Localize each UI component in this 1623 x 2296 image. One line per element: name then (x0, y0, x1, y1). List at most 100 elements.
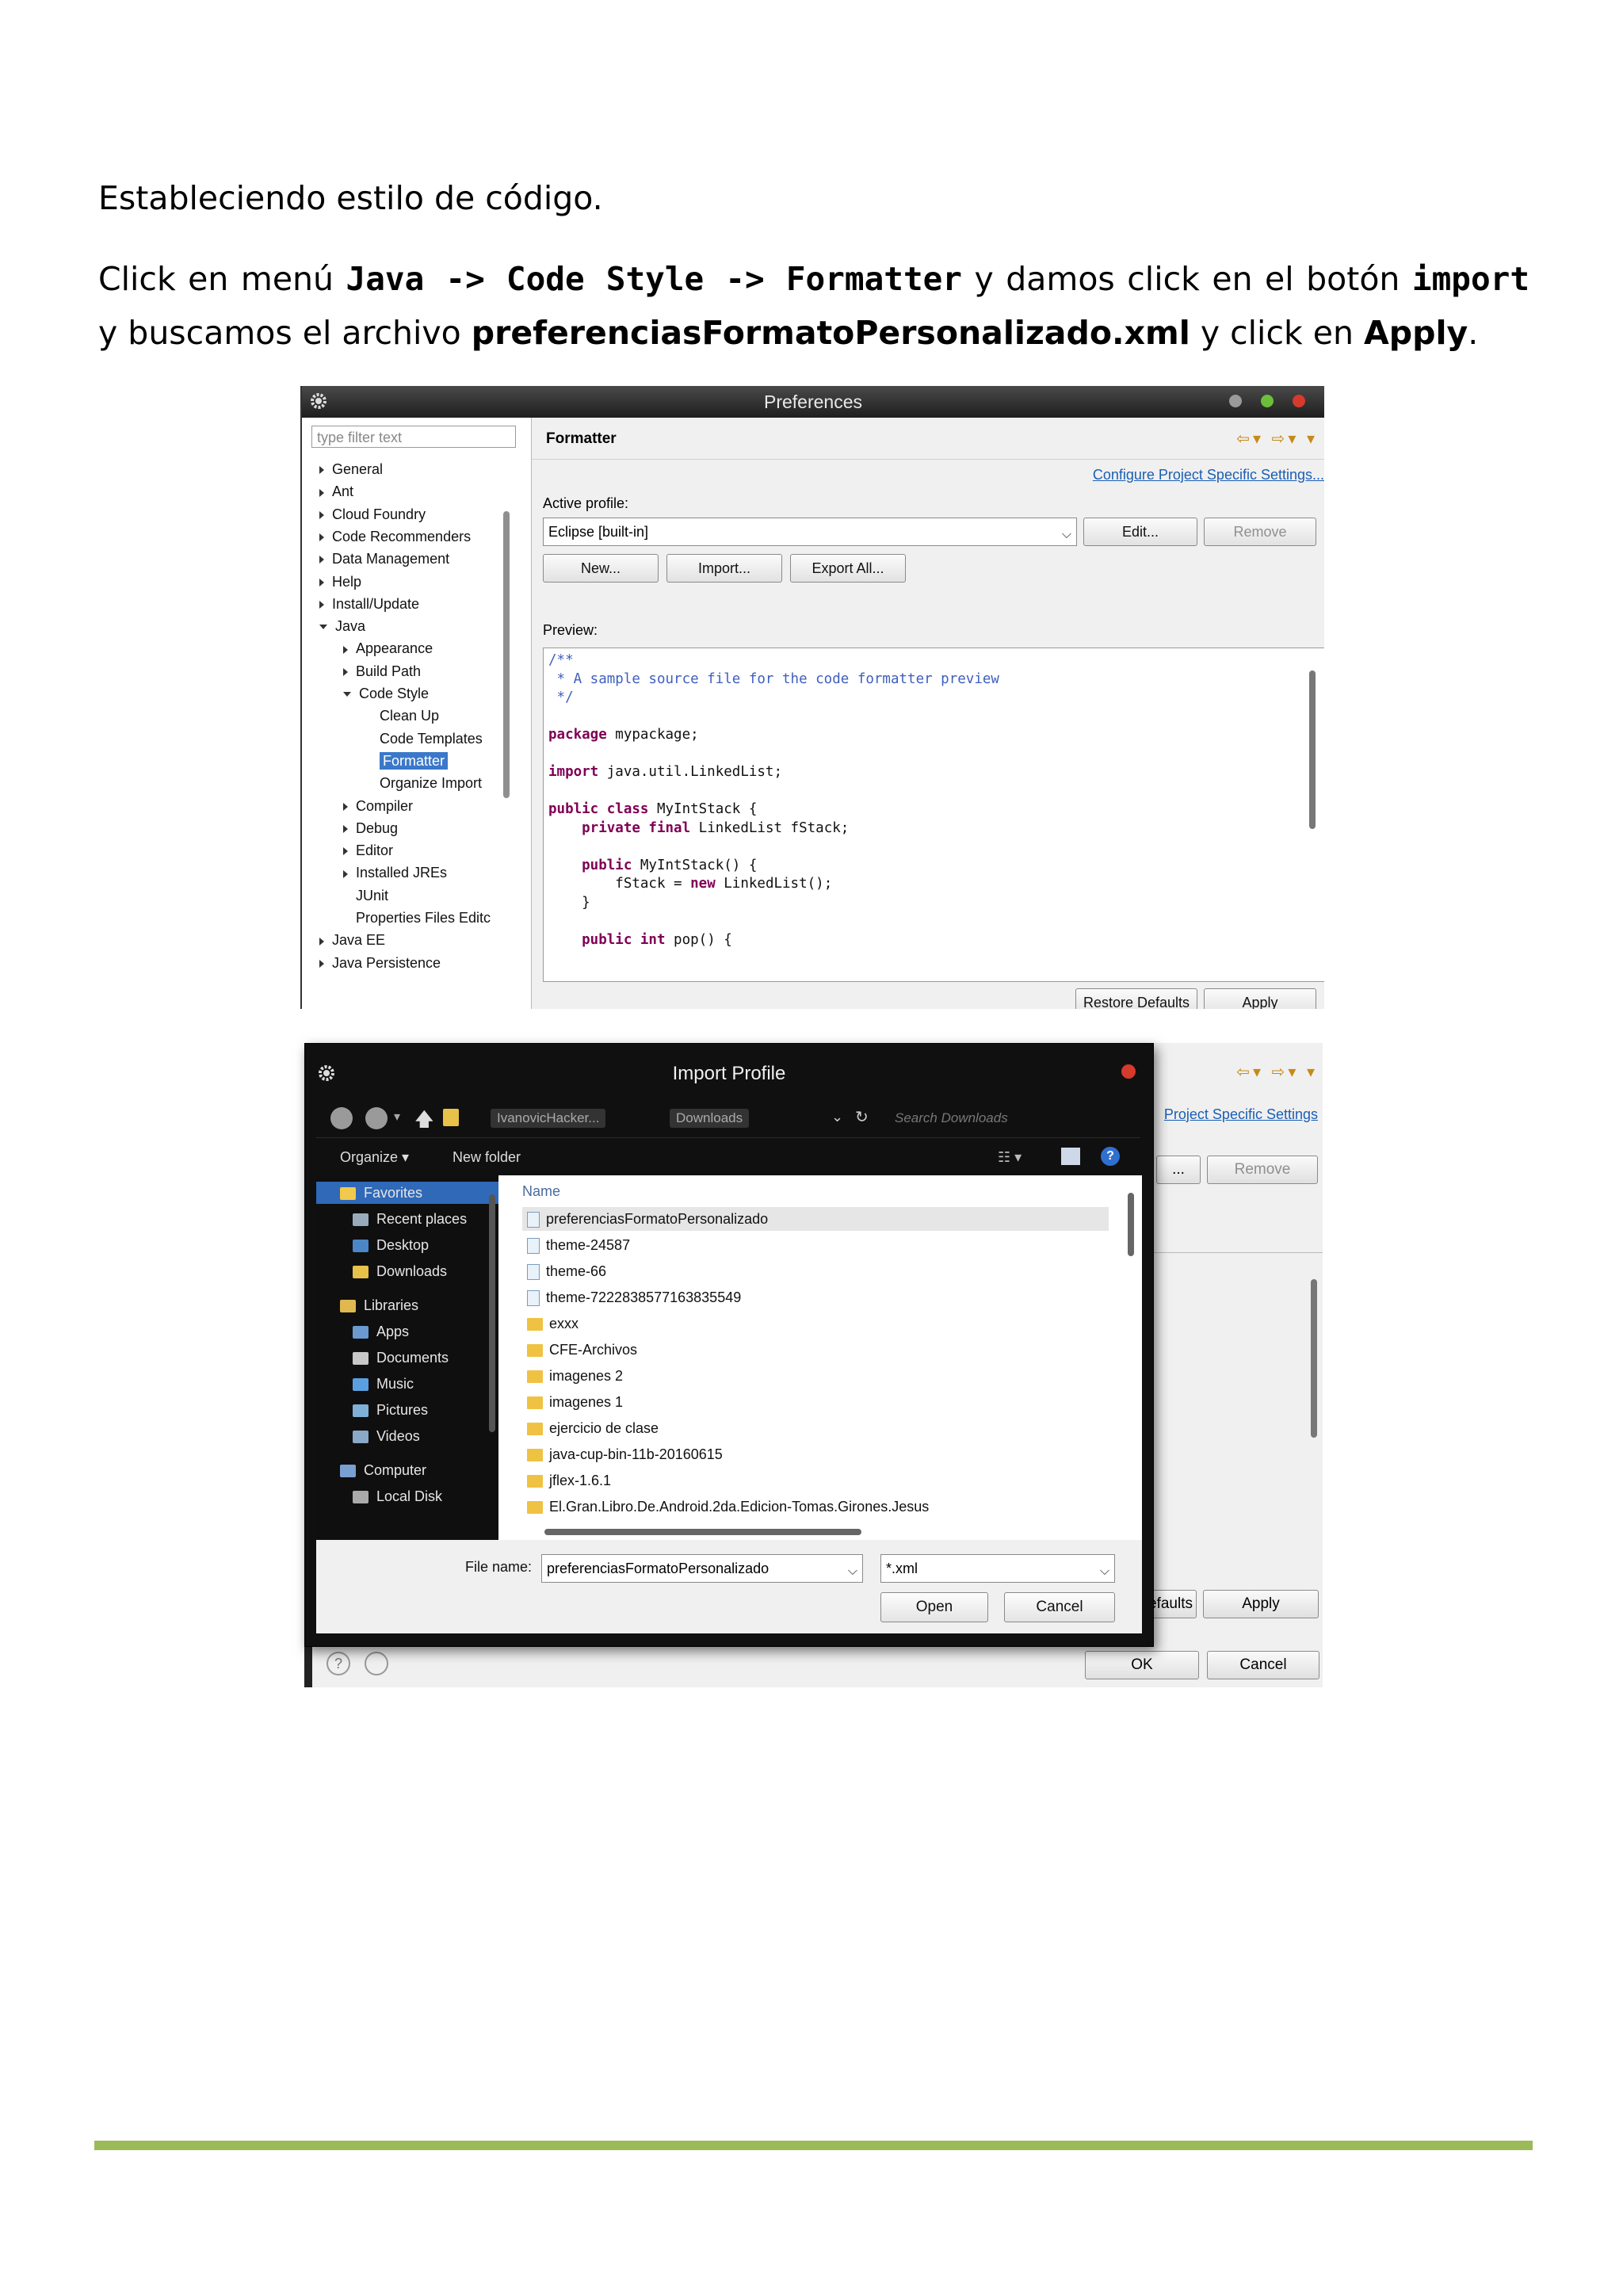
help-icon[interactable]: ? (327, 1652, 350, 1675)
file-row[interactable]: exxx (522, 1312, 1109, 1335)
apply-button-behind[interactable]: Apply (1203, 1590, 1319, 1618)
breadcrumb-downloads[interactable]: Downloads (670, 1109, 750, 1128)
refresh-icon[interactable]: ↻ (855, 1107, 869, 1127)
tree-item[interactable]: Properties Files Editc (343, 907, 491, 928)
file-row[interactable]: jflex-1.6.1 (522, 1469, 1109, 1492)
tree-scrollbar[interactable] (503, 511, 510, 798)
tree-item[interactable]: Compiler (343, 796, 413, 816)
view-options-icon[interactable]: ☷ ▾ (998, 1149, 1022, 1166)
file-row[interactable]: imagenes 2 (522, 1364, 1109, 1388)
breadcrumb-user[interactable]: IvanovicHacker... (491, 1109, 606, 1128)
tree-item[interactable]: General (319, 459, 383, 479)
export-all-button[interactable]: Export All... (790, 554, 906, 583)
column-header-name[interactable]: Name (522, 1183, 560, 1200)
chevron-right-icon[interactable] (319, 959, 324, 968)
maximize-icon[interactable] (1261, 395, 1274, 407)
tree-item[interactable]: Code Style (343, 683, 429, 704)
apply-button[interactable]: Apply (1204, 988, 1316, 1009)
tree-item[interactable]: Help (319, 571, 361, 592)
nav-item[interactable]: Music (316, 1373, 414, 1395)
help-icon[interactable]: ? (1101, 1147, 1120, 1166)
chevron-right-icon[interactable] (343, 847, 348, 856)
restore-defaults-button[interactable]: Restore Defaults (1075, 988, 1197, 1009)
address-dropdown-icon[interactable]: ⌄ (831, 1109, 843, 1125)
file-row[interactable]: El.Gran.Libro.De.Android.2da.Edicion-Tom… (522, 1495, 1109, 1519)
tree-item[interactable]: Code Recommenders (319, 526, 471, 547)
cancel-button[interactable]: Cancel (1004, 1592, 1115, 1622)
configure-project-link[interactable]: Configure Project Specific Settings... (1093, 467, 1324, 483)
nav-item[interactable]: Libraries (316, 1294, 418, 1316)
ok-button-behind[interactable]: OK (1085, 1651, 1199, 1679)
file-row[interactable]: theme-7222838577163835549 (522, 1286, 1109, 1309)
back-icon[interactable] (330, 1107, 353, 1129)
files-hscrollbar[interactable] (544, 1529, 861, 1535)
edit-button-behind[interactable]: ... (1156, 1156, 1201, 1184)
history-arrows-icon[interactable]: ⇦▾ ⇨▾ ▾ (1236, 429, 1318, 449)
new-button[interactable]: New... (543, 554, 659, 583)
tree-item[interactable]: Java EE (319, 930, 385, 950)
remove-button[interactable]: Remove (1204, 518, 1316, 546)
edit-button[interactable]: Edit... (1083, 518, 1197, 546)
preview-scrollbar[interactable] (1309, 670, 1316, 829)
nav-item[interactable]: Apps (316, 1320, 409, 1343)
remove-button-behind[interactable]: Remove (1207, 1156, 1318, 1184)
up-arrow-icon[interactable]: 🡅 (414, 1106, 434, 1138)
chevron-right-icon[interactable] (343, 825, 348, 834)
file-name-input[interactable]: preferenciasFormatoPersonalizado ⌵ (541, 1554, 863, 1583)
chevron-down-icon[interactable] (343, 692, 351, 697)
nav-item[interactable]: Desktop (316, 1234, 429, 1256)
nav-item[interactable]: Computer (316, 1459, 426, 1481)
new-folder-button[interactable]: New folder (453, 1149, 521, 1166)
tree-item[interactable]: Organize Import (367, 773, 482, 793)
preview-scrollbar-behind[interactable] (1311, 1279, 1317, 1438)
import-button[interactable]: Import... (666, 554, 782, 583)
tree-item[interactable]: Ant (319, 481, 353, 502)
file-row[interactable]: theme-66 (522, 1259, 1109, 1283)
chevron-right-icon[interactable] (319, 578, 324, 586)
tree-item[interactable]: JUnit (343, 885, 388, 906)
file-row[interactable]: preferenciasFormatoPersonalizado (522, 1207, 1109, 1231)
chevron-right-icon[interactable] (343, 802, 348, 811)
tree-item[interactable]: Appearance (343, 638, 433, 659)
cancel-button-behind[interactable]: Cancel (1207, 1651, 1319, 1679)
tree-item[interactable]: Formatter (367, 751, 449, 771)
chevron-right-icon[interactable] (319, 937, 324, 946)
open-button[interactable]: Open (880, 1592, 988, 1622)
tree-item[interactable]: Code Templates (367, 728, 483, 749)
forward-icon[interactable] (365, 1107, 388, 1129)
code-preview[interactable]: /** * A sample source file for the code … (543, 648, 1324, 982)
chevron-right-icon[interactable] (319, 488, 324, 497)
tree-item[interactable]: Java Persistence (319, 953, 441, 973)
file-row[interactable]: ejercicio de clase (522, 1416, 1109, 1440)
tree-item[interactable]: Editor (343, 840, 393, 861)
chevron-right-icon[interactable] (319, 601, 324, 609)
chevron-right-icon[interactable] (343, 667, 348, 676)
preview-pane-icon[interactable] (1061, 1148, 1080, 1165)
organize-menu[interactable]: Organize ▾ (340, 1149, 409, 1166)
file-row[interactable]: theme-24587 (522, 1233, 1109, 1257)
tree-item[interactable]: Installed JREs (343, 862, 447, 883)
minimize-icon[interactable] (1229, 395, 1242, 407)
chevron-right-icon[interactable] (343, 645, 348, 654)
nav-item[interactable]: Videos (316, 1425, 420, 1447)
tree-item[interactable]: Clean Up (367, 705, 439, 726)
nav-item[interactable]: Favorites (316, 1182, 498, 1204)
record-icon[interactable] (365, 1652, 388, 1675)
nav-item[interactable]: Recent places (316, 1208, 467, 1230)
nav-item[interactable]: Documents (316, 1347, 449, 1369)
nav-item[interactable]: Local Disk (316, 1485, 442, 1507)
nav-scrollbar[interactable] (489, 1194, 495, 1432)
tree-item[interactable]: Cloud Foundry (319, 504, 426, 525)
tree-item[interactable]: Debug (343, 818, 398, 839)
profile-select[interactable]: Eclipse [built-in] ⌵ (543, 518, 1077, 546)
tree-item[interactable]: Build Path (343, 661, 421, 682)
search-input[interactable]: Search Downloads (895, 1110, 1008, 1126)
file-type-select[interactable]: *.xml ⌵ (880, 1554, 1115, 1583)
nav-item[interactable]: Pictures (316, 1399, 428, 1421)
close-icon[interactable] (1121, 1064, 1136, 1079)
chevron-right-icon[interactable] (319, 533, 324, 542)
recent-dropdown-icon[interactable]: ▾ (394, 1109, 400, 1125)
chevron-down-icon[interactable] (319, 625, 327, 630)
file-row[interactable]: CFE-Archivos (522, 1338, 1109, 1362)
history-arrows-icon-behind[interactable]: ⇦▾ ⇨▾ ▾ (1236, 1062, 1318, 1082)
